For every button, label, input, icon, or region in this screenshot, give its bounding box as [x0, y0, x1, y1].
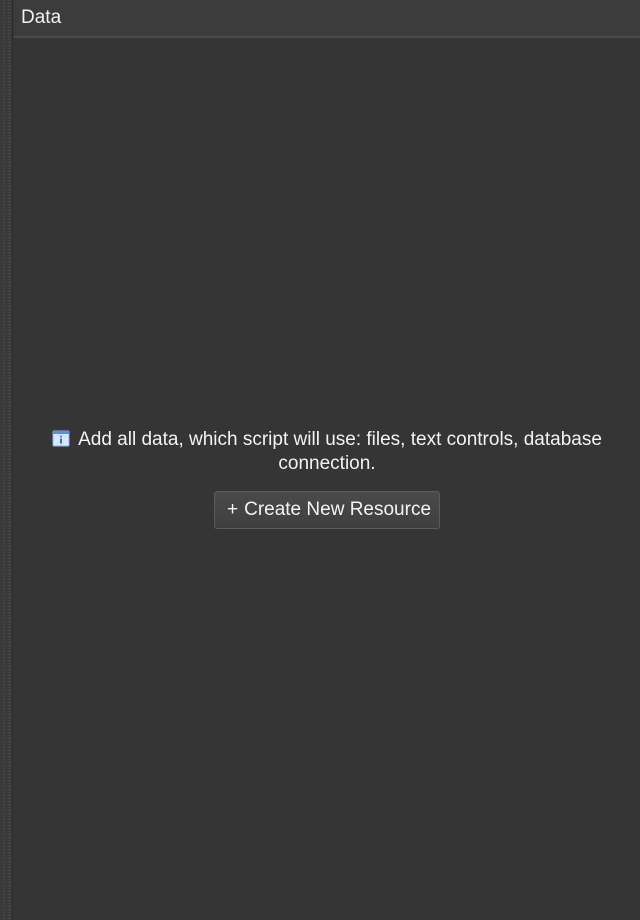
empty-state: Add all data, which script will use: fil… [14, 428, 640, 529]
data-panel: Data Add all data, which script will use… [14, 0, 640, 920]
panel-title: Data [21, 7, 62, 28]
info-icon [52, 429, 70, 447]
create-new-resource-button[interactable]: + Create New Resource [213, 491, 441, 529]
data-panel-window: Data Add all data, which script will use… [0, 0, 640, 920]
plus-icon: + [226, 499, 239, 520]
panel-header: Data [14, 0, 640, 38]
empty-state-message: Add all data, which script will use: fil… [78, 429, 602, 474]
resize-grip[interactable] [0, 0, 13, 920]
create-new-resource-label: Create New Resource [244, 499, 432, 520]
info-message: Add all data, which script will use: fil… [14, 428, 640, 476]
